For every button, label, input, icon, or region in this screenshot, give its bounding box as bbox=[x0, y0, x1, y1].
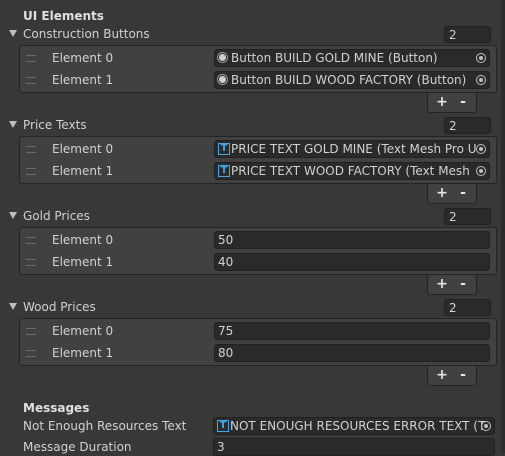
foldout-arrow-icon[interactable] bbox=[9, 30, 17, 37]
wood-prices-foldout[interactable]: Wood Prices 2 bbox=[0, 299, 493, 317]
add-element-button[interactable]: + bbox=[432, 366, 452, 385]
object-field-value: Button BUILD WOOD FACTORY (Button) bbox=[231, 73, 467, 87]
construction-buttons-size-field[interactable]: 2 bbox=[444, 26, 491, 43]
scrollbar[interactable] bbox=[501, 0, 505, 453]
object-field[interactable]: Button BUILD WOOD FACTORY (Button) bbox=[214, 71, 490, 89]
textmeshpro-icon: T bbox=[217, 420, 229, 432]
construction-buttons-add-remove: + - bbox=[427, 93, 477, 113]
remove-element-button[interactable]: - bbox=[453, 184, 473, 203]
drag-handle-icon[interactable] bbox=[26, 77, 36, 84]
construction-buttons-label: Construction Buttons bbox=[23, 27, 150, 41]
textmeshpro-icon: T bbox=[218, 165, 230, 177]
remove-element-button[interactable]: - bbox=[453, 366, 473, 385]
button-icon bbox=[219, 54, 226, 61]
wood-prices-list: Element 0 75 Element 1 80 bbox=[19, 318, 497, 366]
element-label: Element 1 bbox=[52, 73, 114, 87]
object-picker-icon[interactable] bbox=[476, 53, 486, 63]
wood-prices-add-remove: + - bbox=[427, 366, 477, 386]
drag-handle-icon[interactable] bbox=[26, 237, 36, 244]
object-picker-icon[interactable] bbox=[476, 75, 486, 85]
construction-buttons-foldout[interactable]: Construction Buttons 2 bbox=[0, 26, 493, 44]
button-icon bbox=[219, 76, 226, 83]
message-duration-label: Message Duration bbox=[23, 440, 132, 454]
gold-price-field[interactable]: 40 bbox=[214, 253, 490, 271]
remove-element-button[interactable]: - bbox=[453, 275, 473, 294]
element-label: Element 0 bbox=[52, 233, 114, 247]
wood-price-field[interactable]: 80 bbox=[214, 344, 490, 362]
not-enough-resources-field[interactable]: T NOT ENOUGH RESOURCES ERROR TEXT (T bbox=[213, 417, 495, 435]
list-item: Element 0 T PRICE TEXT GOLD MINE (Text M… bbox=[20, 139, 496, 159]
drag-handle-icon[interactable] bbox=[26, 146, 36, 153]
foldout-arrow-icon[interactable] bbox=[9, 303, 17, 310]
object-field-value: PRICE TEXT GOLD MINE (Text Mesh Pro U bbox=[231, 142, 477, 156]
object-field[interactable]: T PRICE TEXT GOLD MINE (Text Mesh Pro U bbox=[214, 140, 490, 158]
drag-handle-icon[interactable] bbox=[26, 328, 36, 335]
foldout-arrow-icon[interactable] bbox=[9, 212, 17, 219]
object-picker-icon[interactable] bbox=[476, 166, 486, 176]
object-field-value: PRICE TEXT WOOD FACTORY (Text Mesh bbox=[231, 164, 470, 178]
gold-price-field[interactable]: 50 bbox=[214, 231, 490, 249]
gold-prices-label: Gold Prices bbox=[23, 209, 90, 223]
message-duration-field[interactable]: 3 bbox=[213, 438, 495, 456]
object-field-value: Button BUILD GOLD MINE (Button) bbox=[231, 51, 438, 65]
list-item: Element 1 80 bbox=[20, 343, 496, 363]
object-field[interactable]: Button BUILD GOLD MINE (Button) bbox=[214, 49, 490, 67]
object-picker-icon[interactable] bbox=[481, 421, 491, 431]
price-texts-label: Price Texts bbox=[23, 118, 87, 132]
drag-handle-icon[interactable] bbox=[26, 259, 36, 266]
list-item: Element 0 75 bbox=[20, 321, 496, 341]
textmeshpro-icon: T bbox=[218, 143, 230, 155]
element-label: Element 1 bbox=[52, 346, 114, 360]
gold-prices-add-remove: + - bbox=[427, 275, 477, 295]
add-element-button[interactable]: + bbox=[432, 275, 452, 294]
price-texts-size-field[interactable]: 2 bbox=[444, 117, 491, 134]
wood-price-field[interactable]: 75 bbox=[214, 322, 490, 340]
messages-header: Messages bbox=[23, 401, 90, 415]
list-item: Element 1 T PRICE TEXT WOOD FACTORY (Tex… bbox=[20, 161, 496, 181]
remove-element-button[interactable]: - bbox=[453, 93, 473, 112]
gold-prices-foldout[interactable]: Gold Prices 2 bbox=[0, 208, 493, 226]
drag-handle-icon[interactable] bbox=[26, 168, 36, 175]
list-item: Element 1 Button BUILD WOOD FACTORY (But… bbox=[20, 70, 496, 90]
price-texts-list: Element 0 T PRICE TEXT GOLD MINE (Text M… bbox=[19, 136, 497, 184]
construction-buttons-list: Element 0 Button BUILD GOLD MINE (Button… bbox=[19, 45, 497, 93]
add-element-button[interactable]: + bbox=[432, 184, 452, 203]
price-texts-add-remove: + - bbox=[427, 184, 477, 204]
element-label: Element 0 bbox=[52, 51, 114, 65]
element-label: Element 1 bbox=[52, 164, 114, 178]
wood-prices-size-field[interactable]: 2 bbox=[444, 299, 491, 316]
element-label: Element 0 bbox=[52, 324, 114, 338]
foldout-arrow-icon[interactable] bbox=[9, 121, 17, 128]
not-enough-resources-label: Not Enough Resources Text bbox=[23, 419, 187, 433]
object-field-value: NOT ENOUGH RESOURCES ERROR TEXT (T bbox=[230, 419, 486, 433]
drag-handle-icon[interactable] bbox=[26, 350, 36, 357]
list-item: Element 0 Button BUILD GOLD MINE (Button… bbox=[20, 48, 496, 68]
gold-prices-list: Element 0 50 Element 1 40 bbox=[19, 227, 497, 275]
list-item: Element 0 50 bbox=[20, 230, 496, 250]
price-texts-foldout[interactable]: Price Texts 2 bbox=[0, 117, 493, 135]
drag-handle-icon[interactable] bbox=[26, 55, 36, 62]
element-label: Element 1 bbox=[52, 255, 114, 269]
element-label: Element 0 bbox=[52, 142, 114, 156]
add-element-button[interactable]: + bbox=[432, 93, 452, 112]
wood-prices-label: Wood Prices bbox=[23, 300, 96, 314]
ui-elements-header: UI Elements bbox=[23, 9, 104, 23]
object-field[interactable]: T PRICE TEXT WOOD FACTORY (Text Mesh bbox=[214, 162, 490, 180]
list-item: Element 1 40 bbox=[20, 252, 496, 272]
gold-prices-size-field[interactable]: 2 bbox=[444, 208, 491, 225]
object-picker-icon[interactable] bbox=[476, 144, 486, 154]
